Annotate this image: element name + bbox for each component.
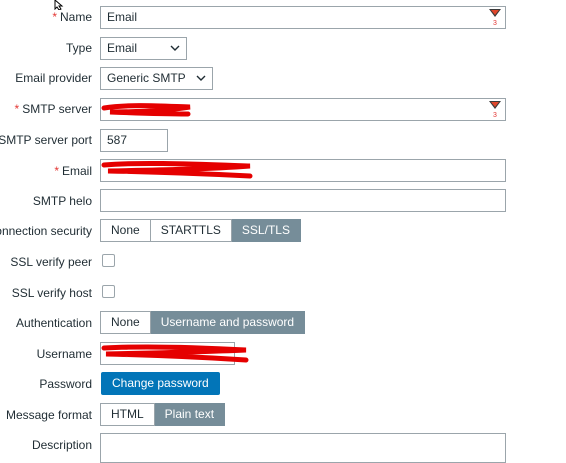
message-format-html[interactable]: HTML xyxy=(100,403,155,426)
change-password-button[interactable]: Change password xyxy=(101,372,220,395)
macro-suggest-icon[interactable]: 3 xyxy=(489,9,501,26)
username-label: Username xyxy=(36,347,92,361)
authentication-toggle: None Username and password xyxy=(100,311,306,334)
connection-security-label: Connection security xyxy=(0,224,92,238)
ssl-verify-host-checkbox[interactable] xyxy=(102,285,115,298)
smtp-helo-label: SMTP helo xyxy=(32,194,92,208)
ssl-verify-host-label: SSL verify host xyxy=(11,286,92,300)
required-marker: * xyxy=(14,102,20,116)
message-format-label: Message format xyxy=(5,408,92,422)
ssl-verify-peer-label: SSL verify peer xyxy=(10,255,92,269)
connection-security-none[interactable]: None xyxy=(100,219,151,242)
smtp-server-field[interactable]: 3 xyxy=(100,98,506,121)
required-marker: * xyxy=(52,10,57,24)
smtp-server-label: * SMTP server xyxy=(14,102,92,116)
smtp-port-field[interactable]: 587 xyxy=(100,129,168,152)
email-field[interactable] xyxy=(100,159,506,182)
svg-text:3: 3 xyxy=(493,112,497,118)
name-label: * Name xyxy=(52,10,92,24)
type-select-value: Email xyxy=(107,41,138,55)
email-provider-label: Email provider xyxy=(15,71,92,85)
description-label: Description xyxy=(31,438,92,452)
connection-security-starttls[interactable]: STARTTLS xyxy=(150,219,232,242)
required-marker: * xyxy=(54,164,59,178)
chevron-down-icon xyxy=(196,75,206,81)
smtp-port-label: SMTP server port xyxy=(0,133,92,147)
authentication-label: Authentication xyxy=(15,316,92,330)
password-label: Password xyxy=(39,377,92,391)
email-provider-select[interactable]: Generic SMTP xyxy=(100,67,213,90)
connection-security-toggle: None STARTTLS SSL/TLS xyxy=(100,219,301,242)
message-format-toggle: HTML Plain text xyxy=(100,403,226,426)
smtp-port-value: 587 xyxy=(107,133,128,147)
email-provider-select-value: Generic SMTP xyxy=(107,71,186,85)
macro-suggest-icon[interactable]: 3 xyxy=(489,101,501,118)
chevron-down-icon xyxy=(170,45,180,51)
name-field[interactable]: Email 3 xyxy=(100,6,506,29)
type-select[interactable]: Email xyxy=(100,37,187,60)
username-field[interactable] xyxy=(100,342,235,365)
svg-text:3: 3 xyxy=(493,20,497,26)
authentication-username-password[interactable]: Username and password xyxy=(150,311,306,334)
authentication-none[interactable]: None xyxy=(100,311,151,334)
connection-security-ssl-tls[interactable]: SSL/TLS xyxy=(231,219,301,242)
mouse-cursor-icon xyxy=(54,0,64,10)
description-textarea[interactable] xyxy=(100,433,506,463)
ssl-verify-peer-checkbox[interactable] xyxy=(102,254,115,267)
email-label: * Email xyxy=(54,164,92,178)
message-format-plain-text[interactable]: Plain text xyxy=(154,403,226,426)
name-field-value: Email xyxy=(107,10,138,24)
smtp-helo-field[interactable] xyxy=(100,189,506,212)
type-label: Type xyxy=(65,41,92,55)
